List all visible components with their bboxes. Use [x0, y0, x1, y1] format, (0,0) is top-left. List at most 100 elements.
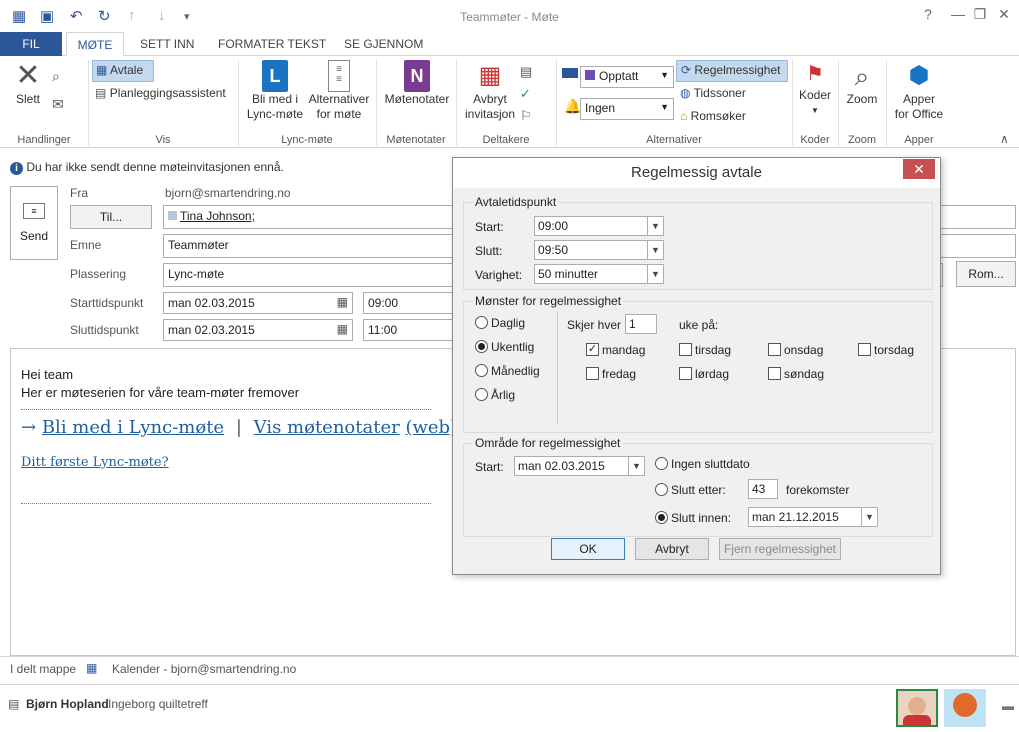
end-by-label: Slutt innen:: [671, 511, 732, 525]
cancel-calendar-icon: ▦: [478, 62, 502, 89]
end-time-label: Sluttidspunkt: [70, 323, 139, 337]
recurrence-pattern-legend: Mønster for regelmessighet: [473, 294, 624, 308]
meeting-options-line1: Alternativer: [308, 92, 370, 106]
address-book-icon[interactable]: ▤: [520, 64, 532, 80]
avatar[interactable]: [944, 689, 986, 727]
tab-formater-tekst[interactable]: FORMATER TEKST: [208, 32, 336, 56]
scheduling-assistant-button[interactable]: ▤ Planleggingsassistent: [95, 84, 226, 102]
end-by-date-select[interactable]: man 21.12.2015 ▼: [748, 507, 878, 527]
dlg-duration-select[interactable]: 50 minutter ▼: [534, 264, 664, 284]
calendar-picker-icon[interactable]: ▦: [337, 322, 348, 336]
join-lync-link[interactable]: Bli med i Lync-møte: [42, 417, 224, 438]
tab-file[interactable]: FIL: [0, 32, 62, 56]
dialog-title: Regelmessig avtale: [453, 158, 940, 188]
wednesday-checkbox[interactable]: [768, 343, 781, 356]
dlg-start-select[interactable]: 09:00 ▼: [534, 216, 664, 236]
occurrences-label: forekomster: [786, 483, 850, 497]
help-button[interactable]: ?: [916, 6, 940, 22]
to-recipient[interactable]: Tina Johnson;: [180, 209, 255, 223]
person-name[interactable]: Bjørn Hopland: [26, 697, 109, 711]
delete-button[interactable]: ✕ Slett: [8, 60, 48, 107]
weeks-on-label: uke på:: [679, 318, 719, 332]
chevron-down-icon: ▼: [628, 457, 644, 475]
monthly-radio[interactable]: [475, 364, 488, 377]
end-time-input[interactable]: 11:00: [363, 319, 458, 341]
cancel-invitation-button[interactable]: ▦ Avbryt invitasjon: [460, 60, 520, 122]
appointment-time-legend: Avtaletidspunkt: [473, 195, 559, 209]
occurrences-input[interactable]: 43: [748, 479, 778, 499]
group-label-alternativer: Alternativer: [646, 134, 702, 146]
close-button[interactable]: ✕: [992, 6, 1016, 23]
apps-line1: Apper: [902, 92, 936, 106]
meeting-notes-link[interactable]: Vis møtenotater: [254, 417, 400, 438]
tab-se-gjennom[interactable]: SE GJENNOM: [334, 32, 433, 56]
reminder-bell-icon: 🔔: [564, 98, 582, 114]
first-lync-link[interactable]: Ditt første Lync-møte?: [21, 455, 169, 470]
location-label: Plassering: [70, 267, 127, 281]
meeting-notes-button[interactable]: N Møtenotater: [380, 60, 454, 107]
wednesday-label: onsdag: [784, 343, 824, 357]
restore-button[interactable]: ❐: [968, 6, 992, 23]
join-lync-button[interactable]: L Bli med i Lync-møte: [242, 60, 308, 122]
recur-every-label: Skjer hver: [567, 318, 622, 332]
collapse-ribbon-icon[interactable]: ∧: [1000, 132, 1009, 146]
recurrence-label: Regelmessighet: [694, 63, 781, 77]
yearly-label: Årlig: [491, 388, 516, 402]
start-date-value: man 02.03.2015: [168, 296, 255, 310]
response-options-icon[interactable]: ⚐: [520, 108, 532, 124]
start-date-input[interactable]: man 02.03.2015 ▦: [163, 292, 353, 314]
dialog-close-button[interactable]: ✕: [903, 159, 935, 179]
avatar-face: [908, 697, 926, 715]
weekly-radio[interactable]: [475, 340, 488, 353]
meeting-notes-web-link[interactable]: (web): [405, 417, 457, 438]
end-after-radio[interactable]: [655, 483, 668, 496]
thursday-checkbox[interactable]: [858, 343, 871, 356]
calendar-search-icon[interactable]: ⌕: [52, 68, 60, 85]
cancel-button[interactable]: Avbryt: [635, 538, 709, 560]
remove-recurrence-button[interactable]: Fjern regelmessighet: [719, 538, 841, 560]
saturday-checkbox[interactable]: [679, 367, 692, 380]
daily-label: Daglig: [491, 316, 526, 330]
meeting-options-button[interactable]: ≡ ≡ Alternativer for møte: [306, 60, 372, 122]
recur-interval-input[interactable]: 1: [625, 314, 657, 334]
yearly-radio[interactable]: [475, 388, 488, 401]
daily-radio[interactable]: [475, 316, 488, 329]
calendar-picker-icon[interactable]: ▦: [337, 295, 348, 309]
zoom-button[interactable]: ⌕ Zoom: [842, 60, 882, 107]
first-lync-link-text[interactable]: Ditt første Lync-møte?: [21, 455, 169, 470]
reminder-select[interactable]: Ingen ▼: [580, 98, 674, 120]
rooms-button[interactable]: Rom...: [956, 261, 1016, 287]
show-as-icon: [562, 68, 578, 78]
sunday-checkbox[interactable]: [768, 367, 781, 380]
friday-checkbox[interactable]: [586, 367, 599, 380]
to-button[interactable]: Til...: [70, 205, 152, 229]
monday-checkbox[interactable]: ✓: [586, 343, 599, 356]
tab-mote[interactable]: MØTE: [66, 32, 124, 56]
dlg-end-select[interactable]: 09:50 ▼: [534, 240, 664, 260]
appointment-button[interactable]: ▦ Avtale: [92, 60, 154, 82]
room-finder-button[interactable]: ⌂ Romsøker: [680, 107, 746, 125]
minimize-button[interactable]: —: [946, 6, 970, 22]
recurrence-button[interactable]: ⟳ Regelmessighet: [676, 60, 788, 82]
send-button[interactable]: ≡ Send: [10, 186, 58, 260]
show-as-select[interactable]: Opptatt ▼: [580, 66, 674, 88]
no-end-date-radio[interactable]: [655, 457, 668, 470]
avatar[interactable]: [896, 689, 938, 727]
tuesday-checkbox[interactable]: [679, 343, 692, 356]
check-names-icon[interactable]: ✓: [520, 86, 531, 102]
ok-button[interactable]: OK: [551, 538, 625, 560]
delete-x-icon: ✕: [15, 59, 41, 92]
apps-for-office-button[interactable]: ⬢ Apper for Office: [888, 60, 950, 122]
appointment-icon: ▦: [96, 63, 108, 77]
time-zones-button[interactable]: ◍ Tidssoner: [680, 84, 746, 102]
meeting-notes-label: Møtenotater: [384, 92, 450, 106]
range-start-select[interactable]: man 02.03.2015 ▼: [514, 456, 645, 476]
tab-sett-inn[interactable]: SETT INN: [130, 32, 204, 56]
start-time-input[interactable]: 09:00: [363, 292, 458, 314]
start-time-label: Starttidspunkt: [70, 296, 144, 310]
forward-icon[interactable]: ✉: [52, 96, 64, 113]
tags-button[interactable]: ⚑ Koder ▼: [796, 60, 834, 118]
expand-people-pane-icon[interactable]: ▬: [1002, 699, 1014, 713]
end-by-radio[interactable]: [655, 511, 668, 524]
end-date-input[interactable]: man 02.03.2015 ▦: [163, 319, 353, 341]
